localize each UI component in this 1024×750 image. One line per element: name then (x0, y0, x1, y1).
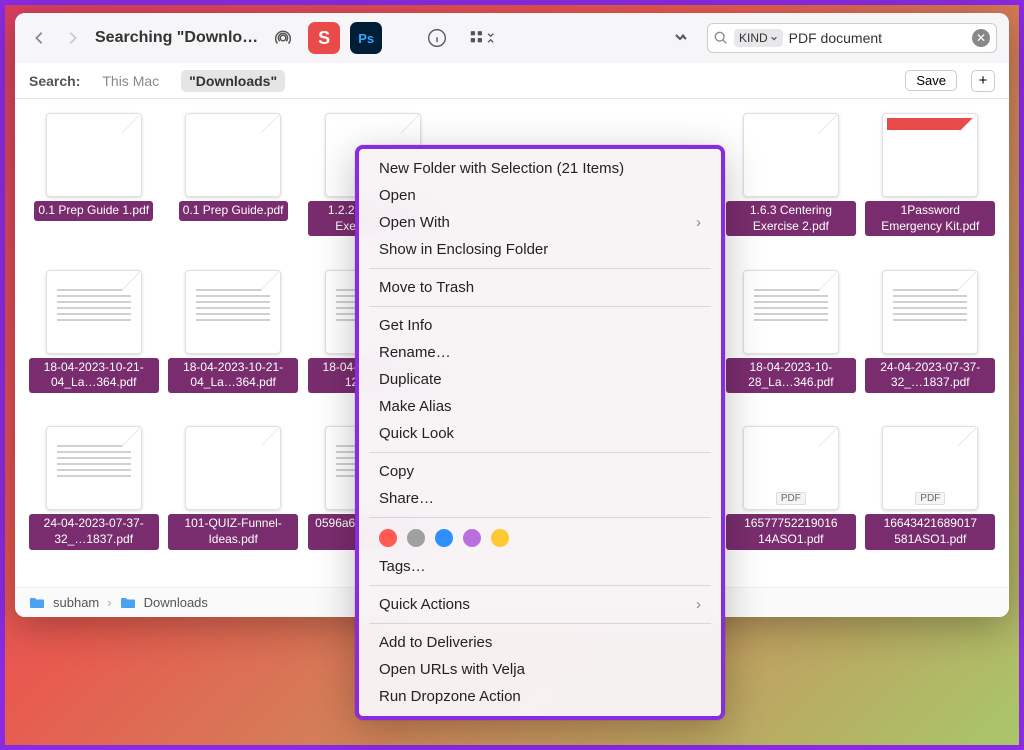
file-thumbnail (185, 270, 281, 354)
file-label: 1.6.3 Centering Exercise 2.pdf (726, 201, 856, 236)
menu-deliveries[interactable]: Add to Deliveries (359, 629, 721, 656)
file-label: 18-04-2023-10-21-04_La…364.pdf (29, 358, 159, 393)
file-label: 24-04-2023-07-37-32_…1837.pdf (29, 514, 159, 549)
menu-open[interactable]: Open (359, 182, 721, 209)
menu-quick-actions[interactable]: Quick Actions› (359, 591, 721, 618)
menu-duplicate[interactable]: Duplicate (359, 366, 721, 393)
file-thumbnail: PDF (743, 426, 839, 510)
menu-trash[interactable]: Move to Trash (359, 274, 721, 301)
chevron-right-icon: › (696, 596, 701, 613)
file-thumbnail: PDF (882, 426, 978, 510)
file-thumbnail (185, 426, 281, 510)
file-thumbnail (46, 113, 142, 197)
file-item[interactable]: 101-QUIZ-Funnel-Ideas.pdf (166, 426, 299, 573)
tag-color[interactable] (491, 529, 509, 547)
window-title: Searching "Downlo… (95, 29, 258, 47)
file-item[interactable]: 18-04-2023-10-21-04_La…364.pdf (27, 270, 160, 417)
scope-label: Search: (29, 73, 80, 89)
context-menu: New Folder with Selection (21 Items) Ope… (355, 145, 725, 720)
file-item[interactable]: 18-04-2023-10-28_La…346.pdf (724, 270, 857, 417)
menu-open-with[interactable]: Open With› (359, 209, 721, 236)
back-button[interactable] (27, 26, 51, 50)
menu-separator (369, 268, 711, 269)
tag-color[interactable] (407, 529, 425, 547)
file-label: 24-04-2023-07-37-32_…1837.pdf (865, 358, 995, 393)
tag-color[interactable] (435, 529, 453, 547)
menu-separator (369, 585, 711, 586)
file-label: 0.1 Prep Guide 1.pdf (34, 201, 153, 221)
menu-tag-colors (359, 523, 721, 553)
forward-button[interactable] (61, 26, 85, 50)
save-search-button[interactable]: Save (905, 70, 957, 91)
app-icon-s[interactable]: S (308, 22, 340, 54)
file-item[interactable]: 24-04-2023-07-37-32_…1837.pdf (864, 270, 997, 417)
menu-get-info[interactable]: Get Info (359, 312, 721, 339)
menu-share[interactable]: Share… (359, 485, 721, 512)
file-item[interactable]: 0.1 Prep Guide 1.pdf (27, 113, 160, 260)
add-criteria-button[interactable]: + (971, 70, 995, 92)
file-thumbnail (743, 270, 839, 354)
menu-rename[interactable]: Rename… (359, 339, 721, 366)
path-user[interactable]: subham (53, 595, 99, 610)
file-label: 18-04-2023-10-28_La…346.pdf (726, 358, 856, 393)
folder-icon (29, 595, 45, 611)
tag-color[interactable] (463, 529, 481, 547)
file-thumbnail (46, 426, 142, 510)
menu-copy[interactable]: Copy (359, 458, 721, 485)
clear-search-icon[interactable]: ✕ (972, 29, 990, 47)
file-item[interactable]: 24-04-2023-07-37-32_…1837.pdf (27, 426, 160, 573)
scope-this-mac[interactable]: This Mac (94, 70, 167, 92)
menu-tags[interactable]: Tags… (359, 553, 721, 580)
file-thumbnail (882, 113, 978, 197)
file-thumbnail (743, 113, 839, 197)
menu-alias[interactable]: Make Alias (359, 393, 721, 420)
file-label: 16577752219016 14ASO1.pdf (726, 514, 856, 549)
app-icon-photoshop[interactable]: Ps (350, 22, 382, 54)
menu-separator (369, 452, 711, 453)
folder-icon (120, 595, 136, 611)
menu-dropzone[interactable]: Run Dropzone Action (359, 683, 721, 710)
search-field[interactable]: KIND PDF document ✕ (707, 23, 997, 53)
file-item[interactable]: 0.1 Prep Guide.pdf (166, 113, 299, 260)
view-options-icon[interactable] (462, 23, 502, 53)
chevron-right-icon: › (696, 214, 701, 231)
overflow-icon[interactable] (667, 23, 697, 53)
file-label: 18-04-2023-10-21-04_La…364.pdf (168, 358, 298, 393)
menu-new-folder[interactable]: New Folder with Selection (21 Items) (359, 155, 721, 182)
file-label: 101-QUIZ-Funnel-Ideas.pdf (168, 514, 298, 549)
file-label: 16643421689017 581ASO1.pdf (865, 514, 995, 549)
file-thumbnail (185, 113, 281, 197)
toolbar: Searching "Downlo… S Ps KIND PDF documen… (15, 13, 1009, 63)
scope-bar: Search: This Mac "Downloads" Save + (15, 63, 1009, 99)
search-kind-chip[interactable]: KIND (734, 29, 783, 47)
path-downloads[interactable]: Downloads (144, 595, 208, 610)
search-icon (714, 31, 728, 45)
menu-separator (369, 517, 711, 518)
menu-separator (369, 623, 711, 624)
tag-color[interactable] (379, 529, 397, 547)
file-item[interactable]: PDF 16643421689017 581ASO1.pdf (864, 426, 997, 573)
menu-separator (369, 306, 711, 307)
scope-downloads[interactable]: "Downloads" (181, 70, 285, 92)
file-label: 0.1 Prep Guide.pdf (179, 201, 288, 221)
file-thumbnail (46, 270, 142, 354)
search-value: PDF document (789, 30, 966, 46)
path-separator: › (107, 595, 111, 610)
info-icon[interactable] (422, 23, 452, 53)
file-thumbnail (882, 270, 978, 354)
file-item[interactable]: 1.6.3 Centering Exercise 2.pdf (724, 113, 857, 260)
menu-show-enclosing[interactable]: Show in Enclosing Folder (359, 236, 721, 263)
menu-velja[interactable]: Open URLs with Velja (359, 656, 721, 683)
file-label: 1Password Emergency Kit.pdf (865, 201, 995, 236)
menu-quick-look[interactable]: Quick Look (359, 420, 721, 447)
airdrop-icon[interactable] (268, 23, 298, 53)
file-item[interactable]: PDF 16577752219016 14ASO1.pdf (724, 426, 857, 573)
file-item[interactable]: 1Password Emergency Kit.pdf (864, 113, 997, 260)
file-item[interactable]: 18-04-2023-10-21-04_La…364.pdf (166, 270, 299, 417)
